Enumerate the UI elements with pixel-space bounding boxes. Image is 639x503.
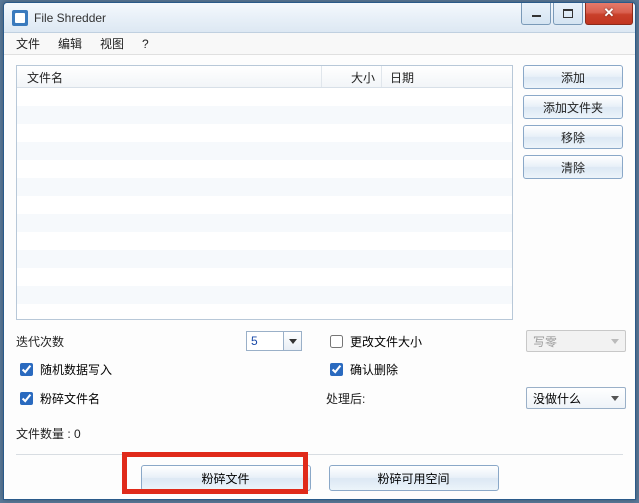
menu-help[interactable]: ? [134,35,157,53]
shred-freespace-button[interactable]: 粉碎可用空间 [329,465,499,491]
column-date[interactable]: 日期 [382,66,512,87]
write-method-value: 写零 [533,333,557,350]
close-icon: ✕ [604,5,615,21]
options-grid: 迭代次数 更改文件大小 写零 随机数据写入 确认删除 [16,330,623,409]
shred-name-row: 粉碎文件名 [16,389,326,408]
column-size[interactable]: 大小 [322,66,382,87]
titlebar[interactable]: File Shredder ✕ [4,3,635,33]
shred-name-checkbox[interactable] [20,392,33,405]
list-header: 文件名 大小 日期 [17,66,512,88]
change-size-label: 更改文件大小 [350,333,422,350]
iterations-spinner [246,331,326,351]
shred-files-button[interactable]: 粉碎文件 [141,465,311,491]
after-label: 处理后: [326,390,526,407]
window-controls: ✕ [519,3,635,25]
bottom-bar: 粉碎文件 粉碎可用空间 [16,454,623,491]
iterations-label: 迭代次数 [16,333,246,350]
column-name[interactable]: 文件名 [17,66,322,87]
change-size-checkbox-row: 更改文件大小 [326,332,526,351]
confirm-delete-checkbox[interactable] [330,363,343,376]
maximize-button[interactable] [553,3,583,25]
after-action-combo[interactable]: 没做什么 [526,387,626,409]
add-folder-button[interactable]: 添加文件夹 [523,95,623,119]
close-button[interactable]: ✕ [585,3,633,25]
file-list[interactable]: 文件名 大小 日期 [16,65,513,320]
confirm-delete-label: 确认删除 [350,361,398,378]
side-buttons: 添加 添加文件夹 移除 清除 [523,65,623,320]
random-write-label: 随机数据写入 [40,361,112,378]
random-write-checkbox[interactable] [20,363,33,376]
change-size-checkbox[interactable] [330,335,343,348]
file-count-label: 文件数量 : 0 [16,425,623,442]
menubar: 文件 编辑 视图 ? [4,33,635,55]
iterations-input[interactable] [246,331,284,351]
shred-name-label: 粉碎文件名 [40,390,100,407]
iterations-step-button[interactable] [284,331,302,351]
chevron-down-icon [611,396,619,401]
menu-file[interactable]: 文件 [8,33,48,54]
window-title: File Shredder [34,11,519,25]
write-method-combo[interactable]: 写零 [526,330,626,352]
add-button[interactable]: 添加 [523,65,623,89]
clear-button[interactable]: 清除 [523,155,623,179]
minimize-icon [532,15,541,17]
top-row: 文件名 大小 日期 添加 添加文件夹 移除 清除 [16,65,623,320]
chevron-down-icon [611,339,619,344]
list-body[interactable] [17,88,512,319]
app-icon [12,10,28,26]
remove-button[interactable]: 移除 [523,125,623,149]
minimize-button[interactable] [521,3,551,25]
menu-edit[interactable]: 编辑 [50,33,90,54]
app-window: File Shredder ✕ 文件 编辑 视图 ? 文件名 大小 日期 添加 [3,2,636,500]
after-action-value: 没做什么 [533,390,581,407]
random-write-row: 随机数据写入 [16,360,326,379]
menu-view[interactable]: 视图 [92,33,132,54]
confirm-delete-row: 确认删除 [326,360,526,379]
maximize-icon [563,9,573,18]
client-area: 文件名 大小 日期 添加 添加文件夹 移除 清除 迭代次数 [4,55,635,499]
